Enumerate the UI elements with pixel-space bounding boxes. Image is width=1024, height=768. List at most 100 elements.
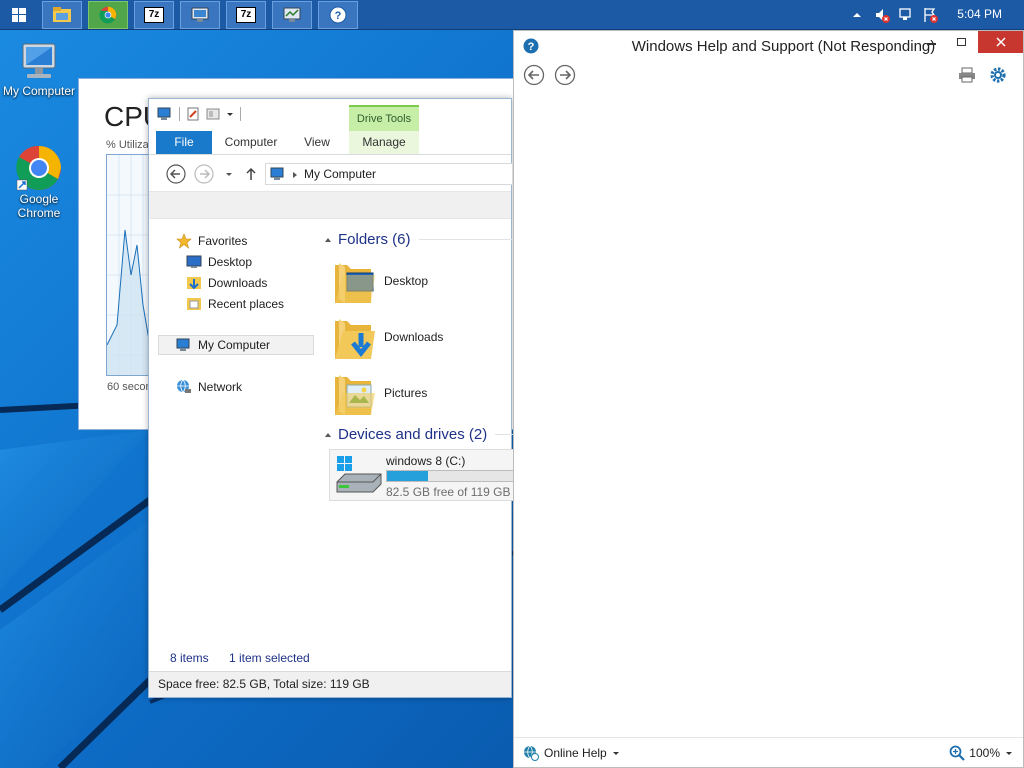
taskbar-network-monitor-button[interactable] — [272, 1, 312, 29]
system-tray — [852, 0, 938, 30]
network-globe-icon — [177, 379, 191, 393]
chevron-down-icon — [1006, 752, 1012, 755]
taskbar-7zip-button[interactable]: 7z — [134, 1, 174, 29]
forward-arrow-icon[interactable] — [554, 64, 576, 86]
taskbar-chrome-button[interactable] — [88, 1, 128, 29]
nav-item-recent-places[interactable]: Recent places — [186, 294, 284, 314]
desktop-icon-my-computer[interactable]: My Computer — [0, 40, 78, 98]
online-help-menu[interactable]: Online Help — [523, 745, 620, 761]
recent-places-icon — [187, 298, 201, 310]
help-icon: ? — [329, 6, 347, 24]
computer-small-icon — [270, 167, 284, 180]
nav-item-label: Network — [198, 380, 243, 394]
nav-item-label: My Computer — [198, 338, 271, 352]
file-explorer-icon — [53, 7, 71, 22]
group-header-label: Devices and drives (2) — [338, 426, 488, 443]
svg-text:?: ? — [335, 10, 342, 22]
7zip-icon: 7z — [236, 7, 256, 23]
start-button[interactable] — [0, 0, 38, 30]
nav-item-network[interactable]: Network — [176, 377, 242, 397]
downloads-icon — [187, 277, 201, 290]
tab-file[interactable]: File — [156, 131, 212, 154]
up-arrow-icon[interactable] — [245, 167, 257, 181]
address-box[interactable]: My Computer — [265, 163, 513, 185]
devices-group-header[interactable]: Devices and drives (2) — [324, 426, 526, 443]
desktop-icon-label: Google Chrome — [17, 192, 61, 220]
nav-item-desktop[interactable]: Desktop — [186, 252, 252, 272]
folder-item-label: Desktop — [384, 274, 429, 288]
folders-group-header[interactable]: Folders (6) — [324, 231, 519, 248]
recent-locations-chevron-icon[interactable] — [225, 170, 233, 178]
action-center-flag-icon[interactable] — [922, 7, 938, 23]
drive-usage-fill — [387, 471, 429, 481]
minimize-icon — [926, 43, 936, 45]
taskbar-7zip-button-2[interactable]: 7z — [226, 1, 266, 29]
computer-small-icon[interactable] — [157, 107, 173, 121]
ribbon-collapsed-strip — [149, 191, 511, 219]
properties-icon[interactable] — [186, 107, 200, 121]
close-icon — [995, 37, 1006, 47]
nav-item-label: Favorites — [198, 234, 248, 248]
collapse-triangle-icon — [325, 237, 331, 242]
close-button[interactable] — [978, 31, 1023, 53]
back-arrow-icon[interactable] — [523, 64, 545, 86]
folder-item-downloads[interactable]: Downloads — [333, 311, 443, 363]
volume-muted-icon[interactable] — [874, 7, 890, 23]
chevron-down-icon — [612, 752, 619, 755]
collapse-triangle-icon — [325, 432, 331, 437]
desktop-icon-google-chrome[interactable]: Google Chrome — [0, 144, 78, 220]
zoom-level: 100% — [969, 746, 1000, 760]
maximize-icon — [956, 38, 966, 46]
7zip-icon: 7z — [144, 7, 164, 23]
tab-view[interactable]: View — [289, 131, 345, 154]
chevron-up-icon[interactable] — [852, 10, 862, 20]
nav-item-my-computer[interactable]: My Computer — [158, 335, 314, 355]
quick-access-toolbar — [157, 107, 241, 121]
print-icon[interactable] — [958, 67, 976, 83]
drive-item-c[interactable]: windows 8 (C:) 82.5 GB free of 119 GB — [329, 449, 520, 501]
help-window[interactable]: ? Windows Help and Support (Not Respondi… — [513, 30, 1024, 768]
taskbar-help-button[interactable]: ? — [318, 1, 358, 29]
windows-logo-icon — [12, 8, 26, 22]
nav-item-label: Downloads — [208, 276, 268, 290]
chrome-icon — [99, 6, 117, 24]
hard-drive-icon — [336, 456, 382, 493]
taskbar-remote-desktop-button[interactable] — [180, 1, 220, 29]
folder-item-pictures[interactable]: Pictures — [333, 367, 427, 419]
new-folder-icon[interactable] — [206, 107, 220, 121]
maximize-button[interactable] — [946, 31, 976, 53]
computer-icon — [22, 43, 56, 78]
folder-item-label: Downloads — [384, 330, 444, 344]
remote-desktop-icon — [191, 7, 209, 22]
back-arrow-icon[interactable] — [166, 164, 186, 184]
breadcrumb-chevron-icon[interactable] — [292, 171, 298, 179]
downloads-folder-icon — [335, 319, 375, 359]
minimize-button[interactable] — [916, 31, 946, 53]
folder-item-desktop[interactable]: Desktop — [333, 255, 428, 307]
nav-item-downloads[interactable]: Downloads — [186, 273, 267, 293]
status-item-count: 8 items — [170, 651, 209, 665]
desktop-icon — [186, 255, 202, 268]
tab-manage[interactable]: Manage — [349, 131, 419, 154]
nav-item-favorites[interactable]: Favorites — [176, 231, 247, 251]
drive-free-space: 82.5 GB free of 119 GB — [386, 485, 511, 499]
graph-time-label: 60 secon — [107, 381, 152, 393]
customize-toolbar-chevron-icon[interactable] — [226, 110, 234, 118]
navigation-bar: My Computer — [149, 157, 513, 191]
taskbar-clock[interactable]: 5:04 PM — [957, 7, 1002, 21]
cpu-utilization-label: % Utiliza — [106, 139, 149, 151]
zoom-magnifier-icon — [949, 745, 966, 761]
desktop-icon-label: My Computer — [2, 84, 76, 98]
online-help-globe-icon — [524, 745, 539, 761]
help-title-bar[interactable]: ? Windows Help and Support (Not Respondi… — [514, 31, 1023, 61]
forward-arrow-icon[interactable] — [194, 164, 214, 184]
zoom-control[interactable]: 100% — [949, 745, 1013, 761]
taskbar-file-explorer-button[interactable] — [42, 1, 82, 29]
tab-computer[interactable]: Computer — [217, 131, 285, 154]
settings-gear-icon[interactable] — [989, 66, 1007, 84]
file-explorer-window[interactable]: Drive Tools File Computer View Manage My… — [148, 98, 526, 698]
chrome-icon — [16, 145, 61, 191]
group-header-label: Folders (6) — [338, 231, 411, 248]
network-icon[interactable] — [898, 7, 914, 23]
ribbon-tabs: File Computer View Manage — [149, 131, 511, 155]
